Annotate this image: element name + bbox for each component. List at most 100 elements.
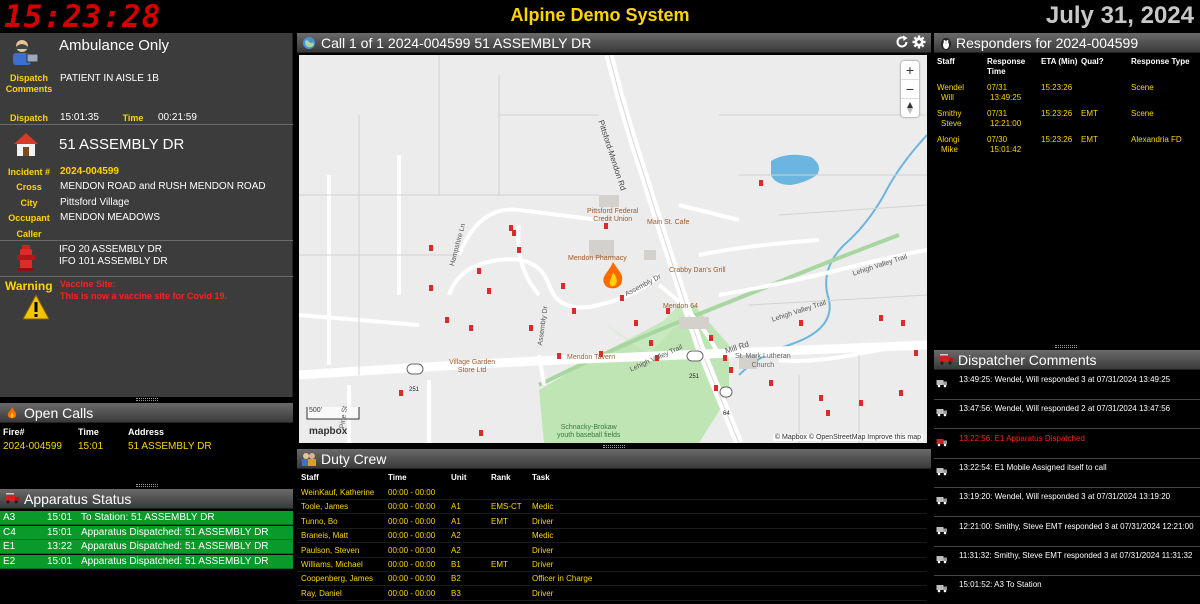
dispatch-label: Dispatch (9, 113, 48, 123)
responder-type: Scene (1131, 109, 1154, 118)
compass-reset-button[interactable] (901, 99, 919, 117)
address-section: 51 ASSEMBLY DR Incident # 2024-004599 Cr… (0, 125, 293, 241)
responder-time: 12:21:00 (990, 119, 1022, 128)
poi-village-garden[interactable]: Village Garden Store Ltd (449, 359, 495, 375)
comment-row[interactable]: 15:01:52: A3 To Station (934, 577, 1200, 604)
comment-text: 13:49:25: Wendel, Will responded 3 at 07… (959, 375, 1171, 384)
duty-crew-row[interactable]: Toole, James 00:00 - 00:00 A1 EMS-CT Medic (297, 500, 927, 515)
cross-street: MENDON ROAD and RUSH MENDON ROAD (60, 181, 266, 192)
refresh-icon[interactable] (895, 35, 909, 49)
responder-time: 13:49:25 (990, 93, 1022, 102)
comment-row[interactable]: 13:22:56: E1 Apparatus Dispatched (934, 431, 1200, 459)
poi-mendon-64[interactable]: Mendon 64 (663, 303, 698, 310)
duty-crew-row[interactable]: Paulson, Steven 00:00 - 00:00 A2 Driver (297, 544, 927, 558)
responder-row[interactable]: Alongi Mike 07/30 15:01:42 15:23:26 EMT Alexan… (934, 134, 1200, 159)
duty-crew-staff: Tunno, Bo (301, 516, 338, 526)
resize-handle[interactable] (1055, 345, 1077, 348)
apparatus-row[interactable]: C4 15:01 Apparatus Dispatched: 51 ASSEMBLY… (0, 525, 293, 540)
duty-col-rank: Rank (491, 473, 511, 482)
city-label: City (20, 198, 38, 208)
poi-st-mark-church[interactable]: St. Mark Lutheran Church (735, 352, 791, 370)
settings-gear-icon[interactable] (912, 35, 926, 49)
poi-label-youth-baseball: youth baseball fields (557, 432, 621, 439)
responder-eta: 15:23:26 (1041, 135, 1073, 144)
poi-mendon-tavern[interactable]: Mendon Tavern (567, 354, 615, 361)
call-info-panel: Ambulance Only Dispatch Comments PATIENT… (0, 33, 293, 397)
comment-row[interactable]: 13:22:54: E1 Mobile Assigned itself to c… (934, 460, 1200, 488)
resize-handle[interactable] (603, 445, 625, 448)
zoom-out-button[interactable]: − (901, 80, 919, 99)
map-zoom-controls: + − (901, 61, 919, 117)
comment-text: 13:47:56: Wendel, Will responded 2 at 07… (959, 404, 1171, 414)
duty-crew-panel: Duty Crew Staff Time Unit Rank Task Wein… (297, 449, 931, 604)
duty-crew-row[interactable]: WeinKauf, Katherine 00:00 - 00:00 (297, 486, 927, 500)
comment-truck-icon (936, 522, 948, 534)
warning-section: Warning Vaccine Site: This is now a vacc… (0, 277, 293, 397)
duty-crew-unit: A1 (451, 502, 461, 512)
duty-crew-staff: Toole, James (301, 502, 349, 512)
zoom-in-button[interactable]: + (901, 61, 919, 80)
apparatus-row[interactable]: A3 15:01 To Station: 51 ASSEMBLY DR (0, 511, 293, 525)
duty-crew-header: Duty Crew (297, 449, 931, 469)
dispatcher-comments-panel: Dispatcher Comments 13:49:25: Wendel, Wi… (934, 350, 1200, 604)
system-title: Alpine Demo System (510, 5, 690, 25)
comment-row[interactable]: 13:47:56: Wendel, Will responded 2 at 07… (934, 401, 1200, 430)
open-calls-col-fire: Fire# (3, 427, 25, 437)
resize-handle[interactable] (136, 398, 158, 401)
poi-mendon-pharmacy[interactable]: Mendon Pharmacy (568, 255, 627, 262)
poi-credit-union[interactable]: Pittsford Federal Credit Union (587, 208, 638, 224)
duty-crew-row[interactable]: Coopenberg, James 00:00 - 00:00 B2 Officer … (297, 572, 927, 587)
duty-crew-row[interactable]: Ray, Daniel 00:00 - 00:00 B3 Driver (297, 587, 927, 601)
map-attribution[interactable]: © Mapbox © OpenStreetMap Improve this ma… (772, 434, 923, 441)
resize-handle[interactable] (136, 484, 158, 487)
duty-crew-row[interactable]: Braneis, Matt 00:00 - 00:00 A2 Medic (297, 529, 927, 544)
apparatus-unit: E1 (3, 541, 16, 552)
elapsed-time: 00:21:59 (158, 112, 197, 123)
apparatus-row[interactable]: E1 13:22 Apparatus Dispatched: 51 ASSEMBLY… (0, 540, 293, 554)
responders-col-eta: ETA (Min) (1041, 57, 1078, 66)
comment-row[interactable]: 12:21:00: Smithy, Steve EMT responded 3 … (934, 519, 1200, 547)
duty-crew-time: 00:00 - 00:00 (388, 531, 436, 541)
duty-crew-unit: B1 (451, 560, 461, 569)
responder-row[interactable]: Wendel Will 07/31 13:49:25 15:23:26 Scene (934, 82, 1200, 107)
mapbox-logo[interactable]: mapbox (309, 426, 347, 437)
duty-col-staff: Staff (301, 473, 319, 482)
warning-triangle-icon (22, 293, 50, 320)
duty-crew-unit: A2 (451, 531, 461, 541)
poi-baseball-fields[interactable]: Schnacky-Brokaw youth baseball fields (557, 424, 620, 440)
open-call-row[interactable]: 2024-004599 15:01 51 ASSEMBLY DR (0, 440, 293, 454)
comment-row[interactable]: 13:19:20: Wendel, Will responded 3 at 07… (934, 489, 1200, 518)
responders-col-staff: Staff (937, 57, 955, 66)
duty-crew-unit: B3 (451, 588, 461, 598)
incident-map[interactable]: Pittsford-Mendon Rd Hampshire Ln Assembl… (299, 55, 927, 443)
penguin-icon (938, 36, 954, 50)
responder-row[interactable]: Smithy Steve 07/31 12:21:00 15:23:26 EMT Scene (934, 108, 1200, 133)
dispatch-comments: PATIENT IN AISLE 1B (60, 73, 159, 84)
hydrant-1: IFO 20 ASSEMBLY DR (59, 244, 163, 255)
responder-first-name: Will (941, 93, 954, 102)
poi-label-store-ltd: Store Ltd (457, 367, 487, 374)
duty-crew-row[interactable]: Williams, Michael 00:00 - 00:00 B1 EMT Drive… (297, 558, 927, 572)
duty-col-task: Task (532, 473, 550, 482)
flame-icon (4, 406, 20, 420)
duty-crew-row[interactable]: Tunno, Bo 00:00 - 00:00 A1 EMT Driver (297, 515, 927, 529)
responder-type: Alexandria FD (1131, 135, 1182, 144)
warning-title: Vaccine Site: (60, 279, 116, 289)
duty-crew-task: Medic (532, 531, 554, 541)
duty-crew-time: 00:00 - 00:00 (388, 574, 436, 584)
warning-text: This is now a vaccine site for Covid 19. (60, 291, 228, 301)
comment-row[interactable]: 13:49:25: Wendel, Will responded 3 at 07… (934, 372, 1200, 400)
incident-number-label: Incident # (7, 167, 50, 177)
dispatch-comments-label: Dispatch Comments (5, 73, 53, 94)
apparatus-row[interactable]: E2 15:01 Apparatus Dispatched: 51 ASSEMBLY… (0, 554, 293, 569)
hydrant-section: IFO 20 ASSEMBLY DR IFO 101 ASSEMBLY DR (0, 241, 293, 277)
open-calls-title: Open Calls (24, 405, 94, 421)
poi-main-st-cafe[interactable]: Main St. Cafe (647, 219, 689, 226)
poi-crabby-dans[interactable]: Crabby Dan's Grill (669, 267, 726, 274)
poi-label-credit-union: Credit Union (593, 216, 633, 223)
apparatus-status-text: Apparatus Dispatched: 51 ASSEMBLY DR (81, 526, 269, 538)
duty-crew-task: Medic (532, 502, 554, 512)
hydrant-icon (16, 244, 36, 272)
duty-crew-staff: Paulson, Steven (301, 545, 360, 555)
comment-row[interactable]: 11:31:32: Smithy, Steve EMT responded 3 … (934, 548, 1200, 576)
